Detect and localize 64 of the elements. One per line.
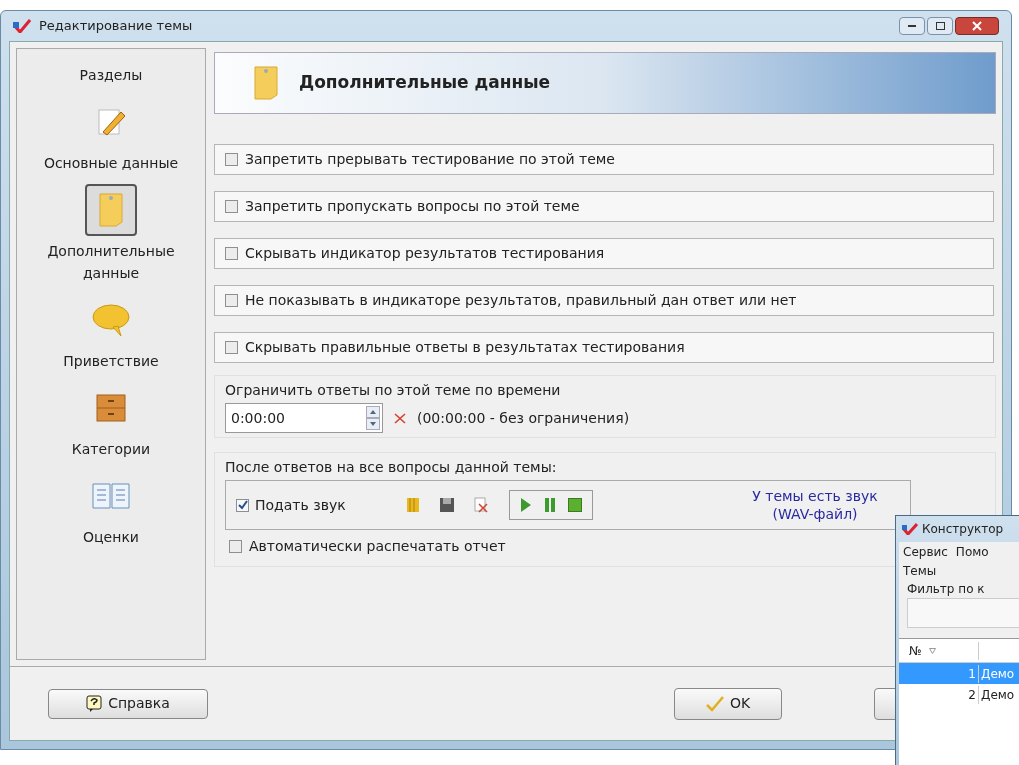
play-icon[interactable] bbox=[520, 497, 532, 513]
option-label: Скрывать индикатор результатов тестирования bbox=[245, 244, 605, 263]
group-label: После ответов на все вопросы данной темы: bbox=[225, 458, 558, 477]
sound-status: У темы есть звук (WAV-файл) bbox=[751, 487, 879, 523]
checkbox[interactable] bbox=[225, 200, 238, 213]
maximize-button[interactable] bbox=[927, 17, 953, 35]
ok-button[interactable]: OK bbox=[674, 687, 782, 720]
sidebar-label: Оценки bbox=[82, 528, 140, 547]
folder-icon[interactable] bbox=[405, 496, 421, 514]
app-logo-icon bbox=[13, 19, 31, 33]
clear-icon[interactable] bbox=[393, 411, 407, 425]
drawer-cabinet-icon bbox=[94, 392, 128, 424]
close-button[interactable] bbox=[955, 17, 999, 35]
time-field[interactable]: 0:00:00 bbox=[225, 403, 383, 433]
minimize-button[interactable] bbox=[899, 17, 925, 35]
help-icon bbox=[86, 694, 103, 713]
menu-item[interactable]: Сервис bbox=[903, 543, 948, 561]
time-hint: (00:00:00 - без ограничения) bbox=[417, 408, 630, 428]
column-header[interactable]: № bbox=[899, 641, 979, 660]
delete-icon[interactable] bbox=[473, 497, 489, 513]
open-book-icon bbox=[91, 480, 131, 512]
checkbox[interactable] bbox=[225, 294, 238, 307]
option-label: Запретить прерывать тестирование по этой теме bbox=[245, 150, 615, 169]
pause-icon[interactable] bbox=[544, 497, 556, 513]
menu-item[interactable]: Помо bbox=[955, 543, 989, 561]
sticky-note-icon bbox=[251, 65, 281, 101]
stop-icon[interactable] bbox=[568, 498, 582, 512]
sort-arrow-icon bbox=[929, 648, 937, 654]
filter-field[interactable] bbox=[907, 598, 1019, 628]
spinner-arrows-icon[interactable] bbox=[366, 406, 380, 430]
sticky-note-icon bbox=[96, 192, 126, 228]
group-label: Ограничить ответы по этой теме по времени bbox=[225, 381, 562, 400]
save-icon[interactable] bbox=[439, 497, 455, 513]
sound-label: Подать звук bbox=[255, 495, 347, 515]
checkbox[interactable] bbox=[225, 247, 238, 260]
checkbox[interactable] bbox=[229, 539, 242, 553]
table-cell-text: Демо bbox=[980, 665, 1015, 683]
window-title: Редактирование темы bbox=[39, 17, 193, 36]
print-label: Автоматически распечатать отчет bbox=[249, 536, 506, 556]
table-cell: 1 bbox=[899, 664, 979, 683]
option-label: Не показывать в индикаторе результатов, правильный дан ответ или нет bbox=[245, 291, 797, 310]
app-logo-icon bbox=[902, 523, 918, 535]
table-cell: 2 bbox=[899, 685, 979, 704]
help-button[interactable]: Справка bbox=[48, 688, 208, 719]
filter-label: Фильтр по к bbox=[906, 581, 986, 598]
checkmark-icon bbox=[705, 695, 724, 712]
section-label: Темы bbox=[902, 563, 938, 580]
sidebar-label: Основные данные bbox=[42, 154, 180, 173]
checkbox[interactable] bbox=[236, 498, 249, 512]
sidebar-label: Категории bbox=[70, 440, 152, 459]
checkbox[interactable] bbox=[225, 153, 238, 166]
option-label: Скрывать правильные ответы в результатах тестирования bbox=[245, 338, 685, 357]
sidebar-label: Приветствие bbox=[62, 352, 160, 371]
speech-bubble-icon bbox=[91, 303, 131, 337]
checkbox[interactable] bbox=[225, 341, 238, 354]
section-title: Дополнительные данные bbox=[299, 71, 551, 95]
option-label: Запретить пропускать вопросы по этой теме bbox=[245, 197, 580, 216]
close-icon bbox=[972, 21, 982, 31]
window-title: Конструктор bbox=[922, 521, 1004, 538]
sidebar-title: Разделы bbox=[79, 66, 143, 85]
table-row[interactable]: 2 Демо bbox=[899, 684, 1019, 705]
table-cell-text: Демо bbox=[980, 686, 1015, 704]
sidebar-label: Дополнительные данные bbox=[46, 242, 176, 283]
sidebar-item[interactable] bbox=[85, 184, 137, 236]
